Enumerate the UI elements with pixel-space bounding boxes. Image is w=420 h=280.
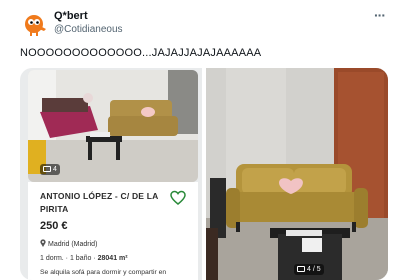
photo-count-badge: 4 <box>40 164 60 175</box>
bathrooms: 1 baño <box>69 255 92 262</box>
listing-card: ANTONIO LÓPEZ - C/ DE LA PIRITA 250 € Ma… <box>28 182 198 280</box>
author-block[interactable]: Q*bert @Cotidianeous <box>54 10 123 36</box>
display-name[interactable]: Q*bert <box>54 10 123 23</box>
camera-icon <box>43 166 51 172</box>
camera-icon <box>297 266 305 272</box>
bedrooms: 1 dorm. <box>40 255 64 262</box>
photo-counter: 4 / 5 <box>307 266 321 273</box>
more-dots-icon[interactable]: ··· <box>374 8 390 22</box>
tweet: Q*bert @Cotidianeous ··· NOOOOOOOOOOOOO.… <box>0 0 420 280</box>
listing-price: 250 € <box>40 220 68 232</box>
listing-description: Se alquila sofá para dormir y compartir … <box>40 269 167 276</box>
location-text: Madrid (Madrid) <box>48 241 98 248</box>
media-image-listing[interactable]: 4 ANTONIO LÓPEZ - C/ DE LA PIRITA 250 € … <box>20 68 202 280</box>
heart-icon[interactable] <box>170 190 186 206</box>
listing-location: Madrid (Madrid) <box>40 239 97 248</box>
tweet-media[interactable]: 4 ANTONIO LÓPEZ - C/ DE LA PIRITA 250 € … <box>20 68 388 280</box>
tweet-text: NOOOOOOOOOOOOO...JAJAJJAJAJAAAAAA <box>20 47 262 59</box>
media-image-sofa[interactable]: 4 / 5 <box>206 68 388 280</box>
avatar[interactable] <box>22 12 48 38</box>
area: 28041 m² <box>97 255 128 262</box>
location-pin-icon <box>40 239 46 247</box>
photo-count: 4 <box>53 166 57 173</box>
listing-title: ANTONIO LÓPEZ - C/ DE LA PIRITA <box>40 191 159 214</box>
photo-counter-badge: 4 / 5 <box>294 264 324 275</box>
sofa-photo <box>206 68 388 280</box>
user-handle[interactable]: @Cotidianeous <box>54 23 123 36</box>
listing-specs: 1 dorm. · 1 baño · 28041 m² <box>40 255 128 262</box>
